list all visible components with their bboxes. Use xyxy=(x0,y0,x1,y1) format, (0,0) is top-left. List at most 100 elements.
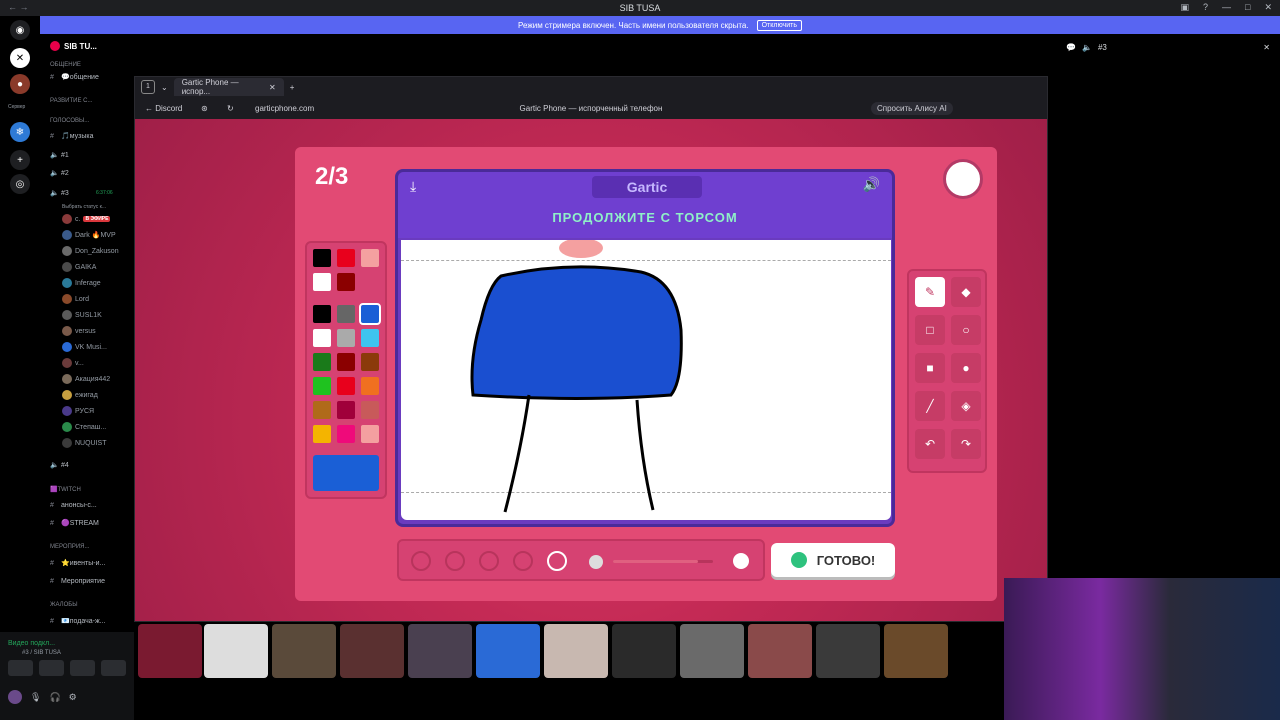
color-swatch[interactable] xyxy=(337,273,355,291)
participant-tile[interactable] xyxy=(476,624,540,678)
close-icon[interactable]: ✕ xyxy=(1263,43,1270,52)
server-header[interactable]: SIB TU... xyxy=(40,34,134,58)
close-icon[interactable]: ✕ xyxy=(1264,2,1272,13)
text-channel[interactable]: # 📧подача-ж... xyxy=(40,614,134,628)
circle-outline-icon[interactable]: ○ xyxy=(951,315,981,345)
text-channel[interactable]: # ⭐ивенты-и... xyxy=(40,556,134,570)
text-channel[interactable]: # анонсы-с... xyxy=(40,498,134,512)
participant-tile[interactable] xyxy=(612,624,676,678)
category-header[interactable]: РАЗВИТИЕ С... xyxy=(40,94,134,108)
opacity-slider[interactable] xyxy=(613,560,713,563)
voice-user[interactable]: NUQUIST xyxy=(40,436,134,450)
eraser-icon[interactable]: ◆ xyxy=(951,277,981,307)
color-swatch[interactable] xyxy=(313,329,331,347)
participant-tile[interactable] xyxy=(748,624,812,678)
close-tab-icon[interactable]: ✕ xyxy=(269,83,276,92)
line-icon[interactable]: ╱ xyxy=(915,391,945,421)
color-swatch[interactable] xyxy=(337,425,355,443)
voice-user[interactable]: Inferage xyxy=(40,276,134,290)
voice-channel[interactable]: 🔈 #4 xyxy=(40,458,134,472)
color-swatch[interactable] xyxy=(337,353,355,371)
voice-user[interactable]: Don_Zakuson xyxy=(40,244,134,258)
server-icon[interactable]: ✕ xyxy=(10,48,30,68)
category-header[interactable]: ЖАЛОБЫ xyxy=(40,598,134,612)
participant-tile[interactable] xyxy=(272,624,336,678)
color-swatch[interactable] xyxy=(361,425,379,443)
voice-user[interactable]: РУСЯ xyxy=(40,404,134,418)
color-swatch[interactable] xyxy=(337,377,355,395)
disable-streamer-button[interactable]: Отключить xyxy=(756,19,802,31)
category-header[interactable]: МЕРОПРИЯ... xyxy=(40,540,134,554)
size-option[interactable] xyxy=(513,551,533,571)
download-icon[interactable]: ⤓ xyxy=(410,178,416,195)
category-header[interactable]: 🟪TWITCH xyxy=(40,482,134,496)
pencil-icon[interactable]: ✎ xyxy=(915,277,945,307)
voice-user[interactable]: ежигад xyxy=(40,388,134,402)
color-swatch[interactable] xyxy=(337,401,355,419)
text-channel[interactable]: # 🎵музыка xyxy=(40,129,134,143)
voice-user[interactable]: VK Musi... xyxy=(40,340,134,354)
minimize-icon[interactable]: — xyxy=(1222,2,1231,13)
headphones-icon[interactable]: 🎧 xyxy=(49,692,60,703)
participant-tile[interactable] xyxy=(544,624,608,678)
participant-tile[interactable] xyxy=(138,624,202,678)
color-swatch[interactable] xyxy=(361,377,379,395)
maximize-icon[interactable]: □ xyxy=(1245,2,1250,13)
color-swatch[interactable] xyxy=(313,249,331,267)
new-tab-icon[interactable]: + xyxy=(290,83,295,92)
color-swatch[interactable] xyxy=(361,249,379,267)
discord-home-icon[interactable]: ◉ xyxy=(10,20,30,40)
inbox-icon[interactable]: ▣ xyxy=(1180,2,1189,13)
redo-icon[interactable]: ↷ xyxy=(951,429,981,459)
voice-channel[interactable]: 🔈 #3 xyxy=(40,186,134,200)
color-swatch[interactable] xyxy=(313,273,331,291)
activities-button[interactable] xyxy=(70,660,95,676)
color-swatch[interactable] xyxy=(337,305,355,323)
participant-tile[interactable] xyxy=(680,624,744,678)
server-icon[interactable]: ❄ xyxy=(10,122,30,142)
volume-icon[interactable]: 🔊 xyxy=(863,176,880,193)
color-swatch[interactable] xyxy=(361,353,379,371)
size-option[interactable] xyxy=(445,551,465,571)
participant-tile[interactable] xyxy=(884,624,948,678)
chevron-down-icon[interactable]: ⌄ xyxy=(161,83,168,92)
voice-user[interactable]: Степаш... xyxy=(40,420,134,434)
tab-counter-icon[interactable]: 1 xyxy=(141,80,155,94)
size-option[interactable] xyxy=(411,551,431,571)
drawing-canvas[interactable] xyxy=(401,240,891,520)
alice-button[interactable]: Спросить Алису AI xyxy=(871,101,953,115)
undo-icon[interactable]: ↶ xyxy=(915,429,945,459)
fill-icon[interactable]: ◈ xyxy=(951,391,981,421)
voice-user[interactable]: с. В ЭФИРЕ xyxy=(40,212,134,226)
server-icon[interactable]: ● xyxy=(10,74,30,94)
participant-tile[interactable] xyxy=(204,624,268,678)
color-swatch[interactable] xyxy=(313,305,331,323)
chat-icon[interactable]: 💬 xyxy=(1066,43,1076,52)
participant-tile[interactable] xyxy=(816,624,880,678)
add-server-icon[interactable]: + xyxy=(10,150,30,170)
nav-arrows-icon[interactable]: ← → xyxy=(8,2,29,12)
circle-fill-icon[interactable]: ● xyxy=(951,353,981,383)
participant-tile[interactable] xyxy=(408,624,472,678)
color-swatch[interactable] xyxy=(313,425,331,443)
participant-tile[interactable] xyxy=(340,624,404,678)
category-header[interactable]: ГОЛОСОВЫ... xyxy=(40,114,134,128)
explore-icon[interactable]: ◎ xyxy=(10,174,30,194)
tab-gartic[interactable]: Gartic Phone — испор... ✕ xyxy=(173,78,284,96)
voice-user[interactable]: Акация442 xyxy=(40,372,134,386)
settings-icon[interactable]: ⚙ xyxy=(69,692,77,703)
color-swatch[interactable] xyxy=(361,401,379,419)
avatar[interactable] xyxy=(8,690,22,704)
voice-user[interactable]: GAIKA xyxy=(40,260,134,274)
voice-user[interactable]: SUSL1K xyxy=(40,308,134,322)
text-channel[interactable]: # Мероприятие xyxy=(40,574,134,588)
color-swatch[interactable] xyxy=(361,329,379,347)
color-swatch[interactable] xyxy=(359,303,381,325)
text-channel[interactable]: # 🟣STREAM xyxy=(40,516,134,530)
color-swatch[interactable] xyxy=(313,401,331,419)
voice-user[interactable]: Dark 🔥MVP xyxy=(40,228,134,242)
voice-channel[interactable]: 🔈 #2 xyxy=(40,166,134,180)
rectangle-outline-icon[interactable]: □ xyxy=(915,315,945,345)
soundboard-button[interactable] xyxy=(101,660,126,676)
color-swatch[interactable] xyxy=(313,353,331,371)
